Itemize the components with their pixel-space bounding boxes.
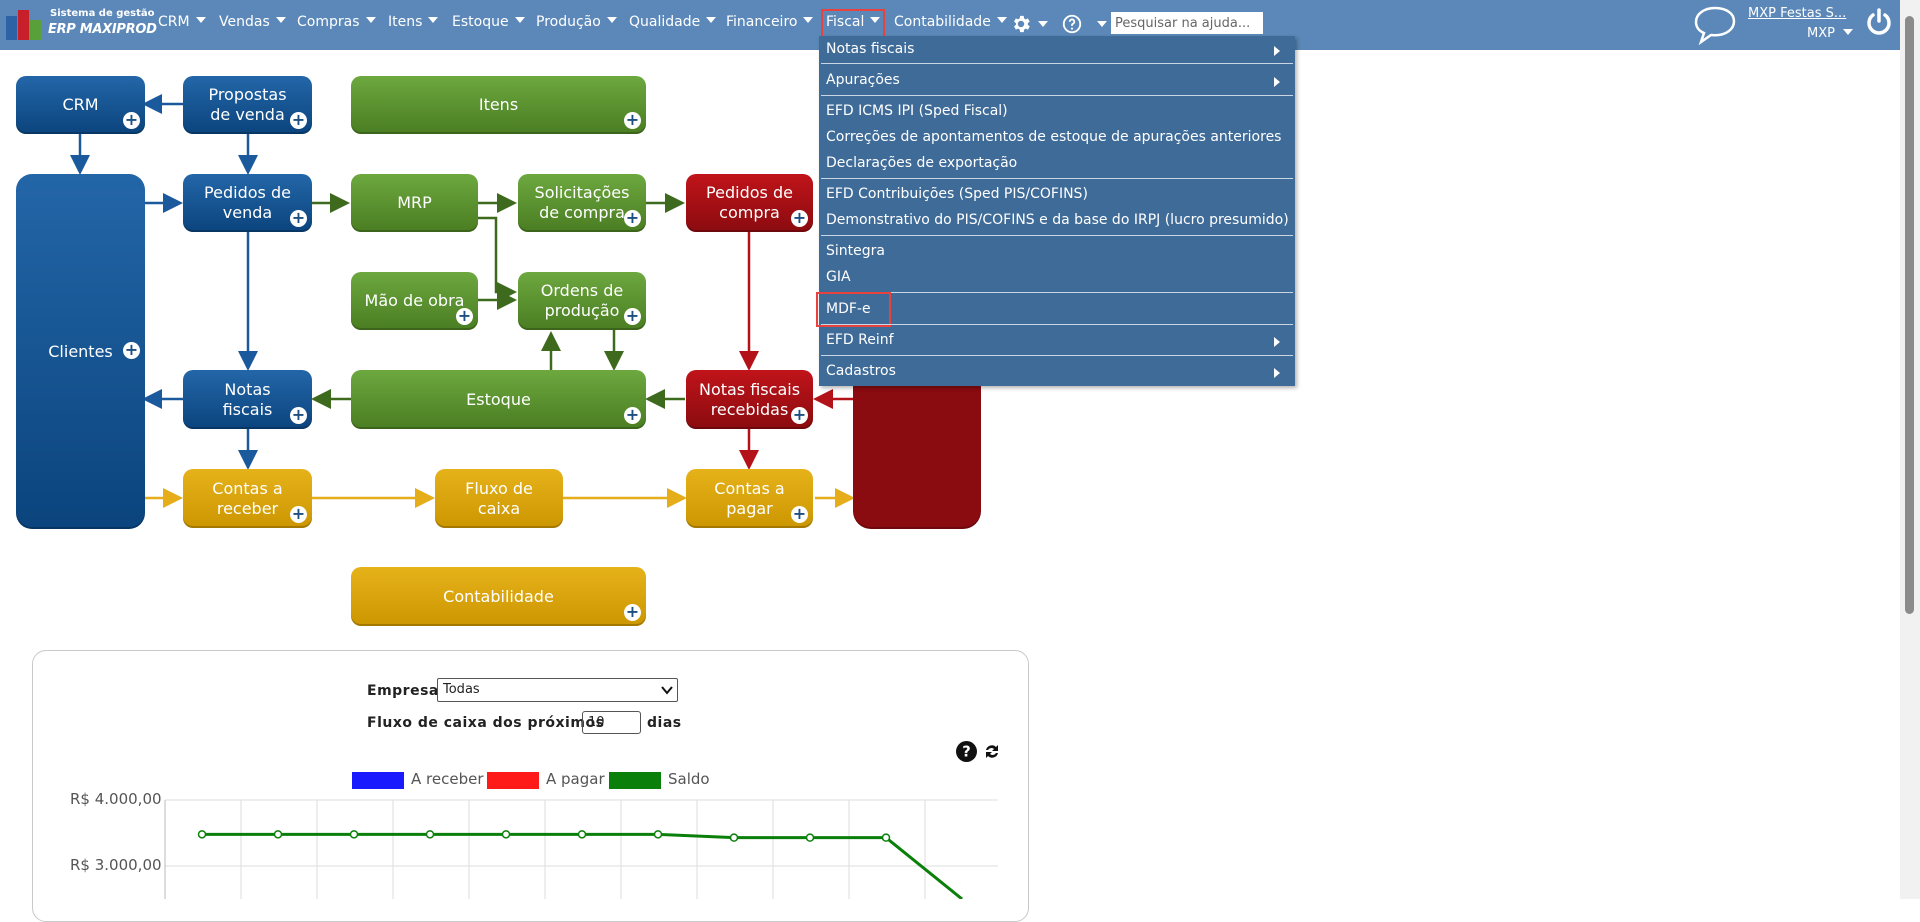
caret-down-icon <box>1097 21 1107 27</box>
help-search-input[interactable] <box>1111 12 1263 34</box>
saldo-point <box>577 830 587 839</box>
saldo-point <box>197 830 207 839</box>
saldo-point <box>273 830 283 839</box>
saldo-point <box>881 833 891 842</box>
saldo-point <box>501 830 511 839</box>
help-icon <box>1062 14 1082 34</box>
cashflow-chart <box>164 799 998 899</box>
chat-icon[interactable] <box>1692 4 1738 46</box>
caret-down-icon <box>1842 29 1853 35</box>
settings-menu[interactable] <box>1010 13 1048 33</box>
help-menu[interactable] <box>1061 13 1107 34</box>
user-name-link[interactable]: MXP Festas S... <box>1748 6 1846 21</box>
submenu-arrow-icon <box>1274 77 1280 87</box>
saldo-point <box>349 830 359 839</box>
series-line-saldo <box>202 832 963 899</box>
saldo-point <box>805 833 815 842</box>
company-label: MXP <box>1807 26 1835 41</box>
saldo-point <box>425 830 435 839</box>
submenu-arrow-icon <box>1274 368 1280 378</box>
saldo-point <box>729 833 739 842</box>
saldo-point <box>653 830 663 839</box>
gear-icon <box>1014 15 1030 33</box>
caret-down-icon <box>1038 21 1048 27</box>
company-selector[interactable]: MXP <box>1807 26 1853 41</box>
scrollbar-thumb[interactable] <box>1905 16 1914 614</box>
power-icon[interactable] <box>1864 7 1894 37</box>
submenu-arrow-icon <box>1274 46 1280 56</box>
submenu-arrow-icon <box>1274 337 1280 347</box>
vertical-scrollbar[interactable] <box>1900 0 1920 899</box>
